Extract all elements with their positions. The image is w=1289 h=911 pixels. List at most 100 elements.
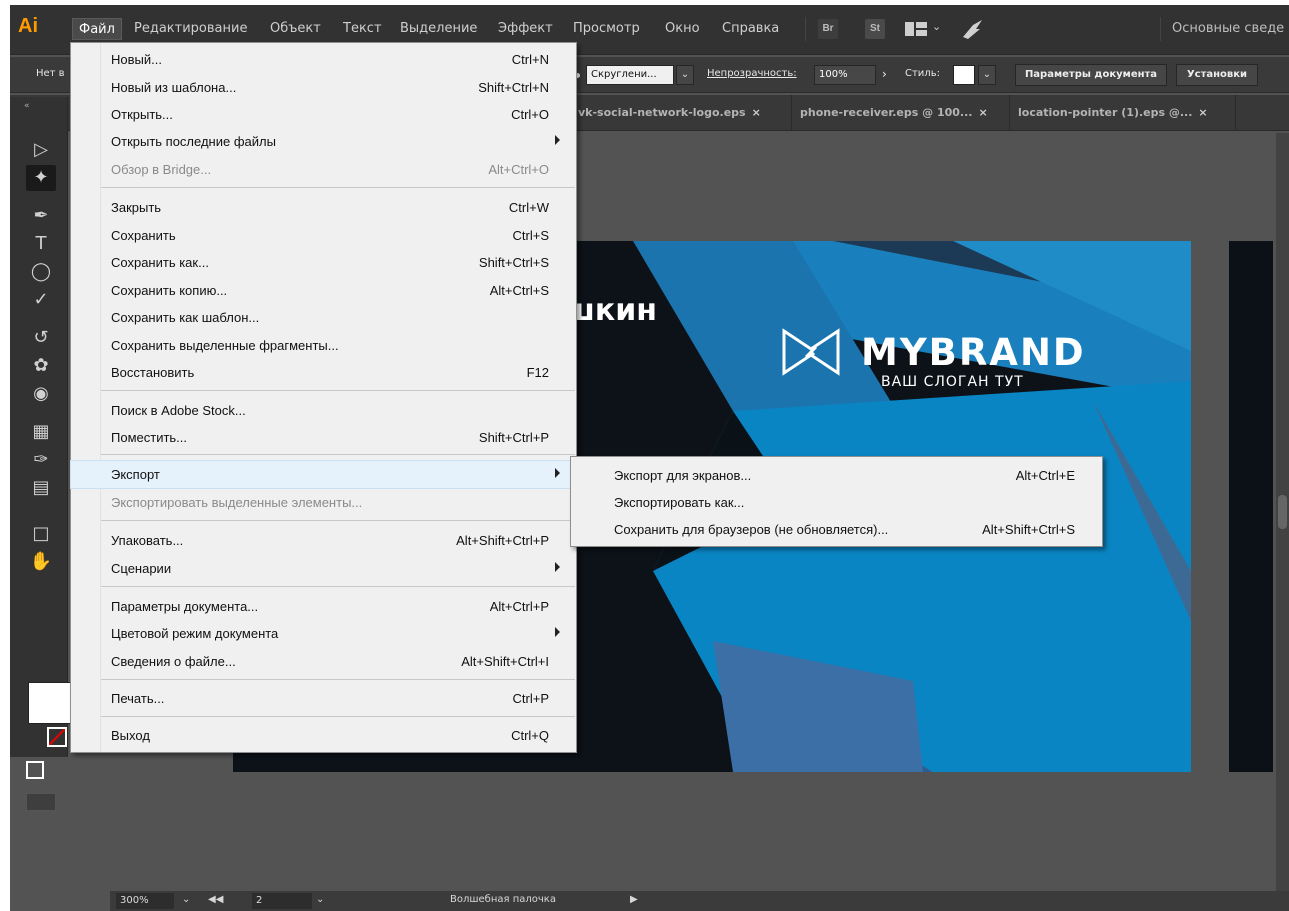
menu-item-label: Упаковать...	[111, 533, 184, 548]
type-tool-icon[interactable]: T	[26, 231, 56, 257]
menu-item-file-info[interactable]: Сведения о файле... Alt+Shift+Ctrl+I	[71, 648, 576, 675]
menu-item-save-selected-slices[interactable]: Сохранить выделенные фрагменты...	[71, 332, 576, 359]
preferences-button[interactable]: Установки	[1176, 64, 1258, 86]
first-artboard-icon[interactable]: ◀◀	[208, 894, 223, 905]
menu-item-label: Новый...	[111, 52, 162, 67]
menu-item-shortcut: Ctrl+Q	[511, 728, 549, 743]
style-swatch[interactable]	[953, 65, 975, 85]
artboard-number-field[interactable]: 2	[252, 893, 312, 909]
arrange-documents-icon[interactable]	[905, 22, 927, 36]
menu-item-exit[interactable]: Выход Ctrl+Q	[71, 722, 576, 749]
opacity-input[interactable]: 100%	[814, 65, 876, 85]
close-icon[interactable]: ×	[978, 106, 987, 119]
menu-item-shortcut: Ctrl+P	[512, 691, 549, 706]
shape-builder-tool-icon[interactable]: ◉	[26, 381, 56, 407]
menubar-divider	[805, 17, 806, 41]
menu-item-package[interactable]: Упаковать... Alt+Shift+Ctrl+P	[71, 527, 576, 554]
menu-separator	[101, 454, 575, 455]
chevron-down-icon[interactable]: ⌄	[978, 65, 996, 85]
stock-button[interactable]: St	[865, 19, 885, 39]
menu-item-shortcut: Alt+Ctrl+P	[489, 599, 549, 614]
menu-help[interactable]: Справка	[722, 21, 779, 36]
close-icon[interactable]: ×	[1198, 106, 1207, 119]
menu-window[interactable]: Окно	[665, 21, 700, 36]
puppet-warp-tool-icon[interactable]: ✿	[26, 353, 56, 379]
chevron-down-icon[interactable]: ⌄	[676, 65, 694, 85]
status-bar: 300% ⌄ ◀◀ 2 ⌄ Волшебная палочка ▶	[110, 891, 1289, 911]
hand-tool-icon[interactable]: ✋	[26, 549, 56, 575]
ellipse-tool-icon[interactable]: ◯	[26, 259, 56, 285]
bridge-button[interactable]: Br	[818, 19, 838, 39]
artboard-tool-icon[interactable]: □	[26, 521, 56, 547]
menu-item-label: Экспорт для экранов...	[614, 468, 752, 483]
document-setup-button[interactable]: Параметры документа	[1015, 64, 1167, 86]
draw-mode-icon[interactable]	[26, 793, 56, 811]
chevron-down-icon[interactable]: ⌄	[316, 894, 324, 905]
menu-item-shortcut: Ctrl+N	[511, 52, 549, 67]
menu-item-place[interactable]: Поместить... Shift+Ctrl+P	[71, 424, 576, 451]
menu-view[interactable]: Просмотр	[573, 21, 640, 36]
menu-item-export-as[interactable]: Экспортировать как...	[571, 489, 1102, 516]
pen-tool-icon[interactable]: ✒	[26, 203, 56, 229]
play-icon[interactable]: ▶	[630, 894, 638, 905]
menu-item-save-copy[interactable]: Сохранить копию... Alt+Ctrl+S	[71, 277, 576, 304]
menu-item-document-setup[interactable]: Параметры документа... Alt+Ctrl+P	[71, 593, 576, 620]
menu-item-document-color-mode[interactable]: Цветовой режим документа	[71, 620, 576, 647]
chevron-down-icon[interactable]: ⌄	[932, 20, 941, 33]
menu-item-save-as-template[interactable]: Сохранить как шаблон...	[71, 304, 576, 331]
magic-wand-tool-icon[interactable]: ✦	[26, 165, 56, 191]
menu-object[interactable]: Объект	[270, 21, 321, 36]
menubar-divider	[1160, 17, 1161, 41]
zoom-level-field[interactable]: 300%	[116, 893, 174, 909]
menu-item-scripts[interactable]: Сценарии	[71, 555, 576, 582]
eyedropper-tool-icon[interactable]: ✑	[26, 447, 56, 473]
menu-effect[interactable]: Эффект	[498, 21, 553, 36]
menu-item-label: Сценарии	[111, 561, 172, 576]
menu-item-export-selection: Экспортировать выделенные элементы...	[71, 489, 576, 516]
artboard-secondary[interactable]	[1229, 241, 1273, 772]
menu-item-label: Поместить...	[111, 430, 188, 445]
tab-phone-receiver[interactable]: phone-receiver.eps @ 100... ×	[792, 95, 1010, 131]
bowtie-logo-icon	[780, 321, 842, 383]
collapse-panel-icon[interactable]: «	[24, 101, 30, 111]
menu-type[interactable]: Текст	[343, 21, 382, 36]
gpu-performance-icon[interactable]	[960, 17, 986, 41]
menu-item-open-recent[interactable]: Открыть последние файлы	[71, 128, 576, 155]
color-mode-icon[interactable]	[26, 761, 44, 779]
mesh-tool-icon[interactable]: ▦	[26, 419, 56, 445]
chevron-right-icon[interactable]: ›	[882, 67, 887, 81]
menu-item-export-for-screens[interactable]: Экспорт для экранов... Alt+Ctrl+E	[571, 462, 1102, 489]
submenu-arrow-icon	[555, 468, 560, 478]
menu-item-new-from-template[interactable]: Новый из шаблона... Shift+Ctrl+N	[71, 74, 576, 101]
menu-item-label: Обзор в Bridge...	[111, 162, 212, 177]
shaper-tool-icon[interactable]: ✓	[26, 287, 56, 313]
tab-location-pointer[interactable]: location-pointer (1).eps @... ×	[1010, 95, 1236, 131]
menu-edit[interactable]: Редактирование	[134, 21, 247, 36]
menu-item-close[interactable]: Закрыть Ctrl+W	[71, 194, 576, 221]
menu-item-print[interactable]: Печать... Ctrl+P	[71, 685, 576, 712]
stroke-swatch[interactable]	[47, 727, 67, 747]
menu-item-shortcut: Alt+Shift+Ctrl+I	[461, 654, 549, 669]
tab-vk-logo[interactable]: vk-social-network-logo.eps ×	[570, 95, 792, 131]
menu-item-export[interactable]: Экспорт	[70, 460, 577, 489]
opacity-label[interactable]: Непрозрачность:	[707, 68, 797, 79]
brush-definition-field[interactable]: Скруглени...	[586, 65, 674, 85]
menu-item-save[interactable]: Сохранить Ctrl+S	[71, 222, 576, 249]
menu-item-save-as[interactable]: Сохранить как... Shift+Ctrl+S	[71, 249, 576, 276]
vertical-scroll-thumb[interactable]	[1278, 495, 1287, 529]
menu-select[interactable]: Выделение	[400, 21, 477, 36]
chevron-down-icon[interactable]: ⌄	[182, 894, 190, 905]
menu-separator	[101, 187, 575, 188]
menu-item-save-for-web[interactable]: Сохранить для браузеров (не обновляется)…	[571, 516, 1102, 543]
menu-file[interactable]: Файл	[72, 18, 122, 40]
rotate-tool-icon[interactable]: ↺	[26, 325, 56, 351]
menu-item-search-adobe-stock[interactable]: Поиск в Adobe Stock...	[71, 397, 576, 424]
menu-item-open[interactable]: Открыть... Ctrl+O	[71, 101, 576, 128]
selection-tool-icon[interactable]: ▷	[26, 137, 56, 163]
menu-item-revert[interactable]: Восстановить F12	[71, 359, 576, 386]
fill-swatch[interactable]	[28, 682, 72, 724]
close-icon[interactable]: ×	[752, 106, 761, 119]
menu-item-new[interactable]: Новый... Ctrl+N	[71, 46, 576, 73]
workspace-switcher[interactable]: Основные сведе	[1172, 21, 1284, 36]
symbol-sprayer-tool-icon[interactable]: ▤	[26, 475, 56, 501]
